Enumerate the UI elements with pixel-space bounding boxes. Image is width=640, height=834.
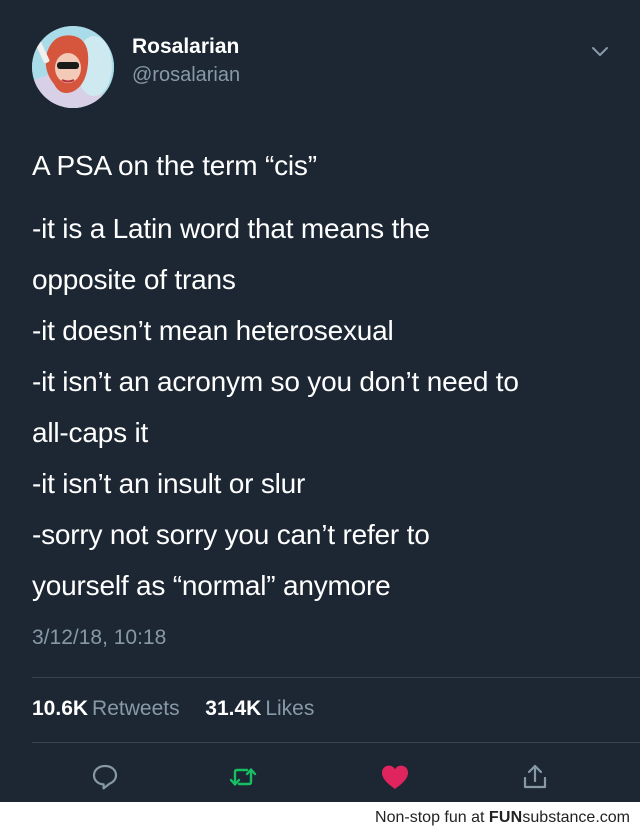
watermark-suffix: .com	[595, 809, 630, 826]
retweets-label: Retweets	[92, 697, 180, 720]
tweet-line: -it doesn’t mean heterosexual	[32, 315, 394, 346]
watermark-footer: Non-stop fun at FUNsubstance.com	[0, 802, 640, 834]
watermark-text: Non-stop fun at FUNsubstance.com	[375, 809, 630, 827]
watermark-brand-rest: substance	[522, 809, 596, 826]
chevron-down-icon[interactable]	[588, 42, 612, 62]
tweet-header: Rosalarian @rosalarian	[32, 26, 612, 110]
tweet-line: all-caps it	[32, 417, 149, 448]
tweet-line: -it is a Latin word that means the	[32, 213, 430, 244]
tweet-line: -it isn’t an acronym so you don’t need t…	[32, 366, 519, 397]
user-handle[interactable]: @rosalarian	[132, 61, 240, 89]
tweet-line: yourself as “normal” anymore	[32, 570, 391, 601]
divider	[32, 677, 640, 678]
tweet-stats: 10.6K Retweets 31.4K Likes	[32, 697, 314, 721]
user-names: Rosalarian @rosalarian	[132, 34, 240, 89]
watermark-prefix: Non-stop fun at	[375, 809, 485, 826]
divider	[32, 742, 640, 743]
avatar[interactable]	[32, 26, 114, 108]
tweet-card: Rosalarian @rosalarian A PSA on the term…	[0, 0, 640, 802]
tweet-actions	[0, 760, 640, 794]
tweet-text: A PSA on the term “cis” -it is a Latin w…	[32, 140, 622, 611]
tweet-line: opposite of trans	[32, 264, 236, 295]
tweet-line: -it isn’t an insult or slur	[32, 468, 306, 499]
retweets-stat[interactable]: 10.6K Retweets	[32, 697, 185, 720]
tweet-line: -sorry not sorry you can’t refer to	[32, 519, 430, 550]
share-icon[interactable]	[518, 760, 552, 794]
likes-label: Likes	[265, 697, 315, 720]
retweet-icon[interactable]	[226, 760, 260, 794]
likes-stat[interactable]: 31.4K Likes	[205, 697, 314, 720]
watermark-brand-bold: FUN	[488, 809, 523, 826]
tweet-timestamp[interactable]: 3/12/18, 10:18	[32, 626, 166, 650]
tweet-line: A PSA on the term “cis”	[32, 150, 317, 181]
avatar-illustration	[32, 26, 114, 108]
likes-count: 31.4K	[205, 697, 262, 720]
retweets-count: 10.6K	[32, 697, 89, 720]
heart-icon[interactable]	[378, 760, 412, 794]
display-name[interactable]: Rosalarian	[132, 34, 240, 60]
reply-icon[interactable]	[88, 760, 122, 794]
